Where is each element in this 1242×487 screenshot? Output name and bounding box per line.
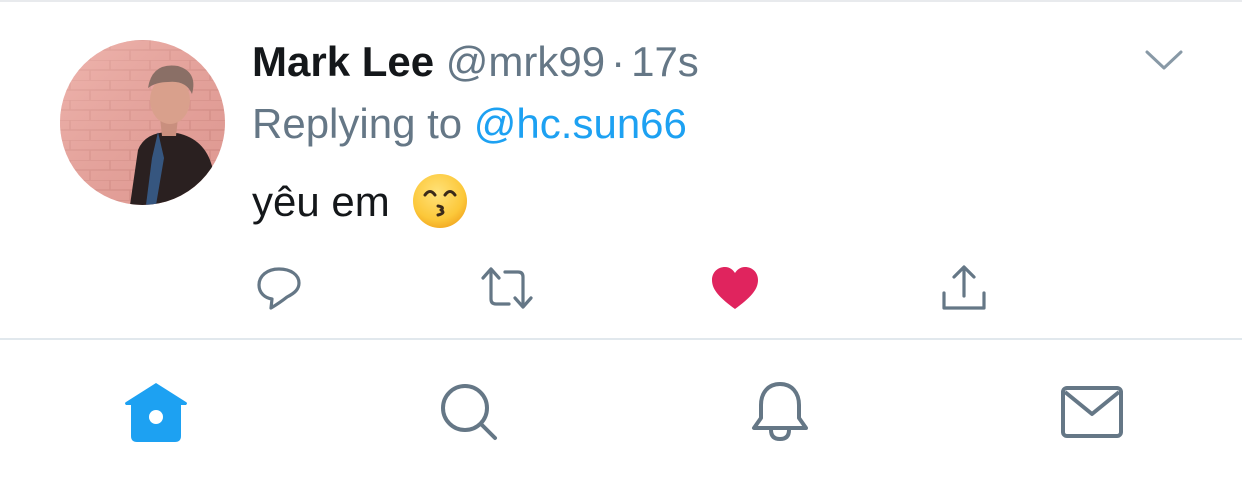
tab-messages[interactable] xyxy=(1056,376,1128,448)
bell-icon xyxy=(752,382,808,442)
retweet-button[interactable] xyxy=(479,260,535,316)
like-button[interactable] xyxy=(707,260,763,316)
replying-to-link[interactable]: @hc.sun66 xyxy=(474,100,687,147)
tweet-text: yêu em xyxy=(252,173,469,230)
bottom-tab-bar xyxy=(0,340,1242,487)
user-handle[interactable]: @mrk99 xyxy=(446,38,605,85)
timestamp[interactable]: 17s xyxy=(631,38,699,85)
tab-notifications[interactable] xyxy=(744,376,816,448)
avatar-photo xyxy=(60,40,225,205)
tab-search[interactable] xyxy=(433,376,505,448)
chevron-down-icon xyxy=(1145,50,1183,70)
home-icon xyxy=(125,383,187,442)
mail-icon xyxy=(1061,386,1123,438)
reply-button[interactable] xyxy=(251,260,307,316)
more-options-button[interactable] xyxy=(1144,47,1184,73)
search-icon xyxy=(441,384,497,440)
kissing-face-emoji-icon xyxy=(413,173,468,228)
retweet-icon xyxy=(481,267,533,309)
tab-home[interactable] xyxy=(120,376,192,448)
tweet[interactable]: Mark Lee @mrk99 · 17s Replying to @hc.sun6… xyxy=(0,2,1242,338)
tweet-header: Mark Lee @mrk99 · 17s xyxy=(252,36,699,88)
share-button[interactable] xyxy=(936,260,992,316)
heart-icon xyxy=(712,267,758,309)
tweet-text-content: yêu em xyxy=(252,178,390,225)
display-name[interactable]: Mark Lee xyxy=(252,38,434,85)
reply-icon xyxy=(257,267,301,310)
share-icon xyxy=(942,265,986,310)
separator-dot: · xyxy=(611,38,626,85)
avatar[interactable] xyxy=(60,40,225,205)
replying-to: Replying to @hc.sun66 xyxy=(252,98,687,150)
replying-prefix: Replying to xyxy=(252,100,463,147)
